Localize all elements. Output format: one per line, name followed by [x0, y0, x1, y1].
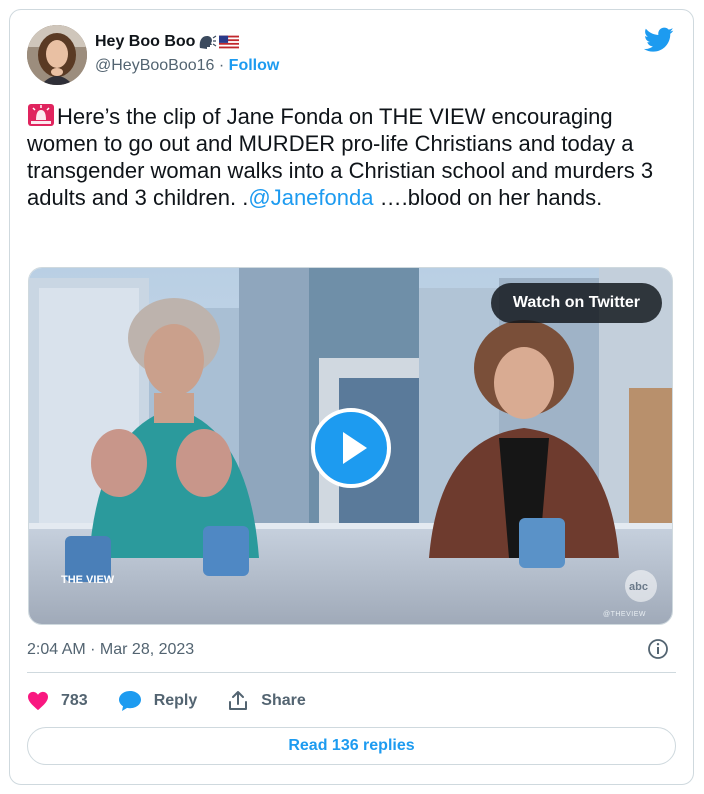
- reply-bubble-icon: [118, 691, 141, 711]
- watch-on-twitter-button[interactable]: Watch on Twitter: [490, 283, 662, 323]
- tweet-header: Hey Boo Boo @HeyBooBoo16 · Follow: [27, 25, 676, 85]
- rotating-light-icon: [28, 104, 54, 126]
- play-button[interactable]: [311, 408, 391, 488]
- like-button[interactable]: 783: [27, 691, 88, 711]
- action-bar: 783 Reply Share: [27, 686, 336, 716]
- network-logo: abc: [629, 581, 648, 593]
- tweet-card[interactable]: Hey Boo Boo @HeyBooBoo16 · Follow Here’s…: [9, 9, 694, 785]
- avatar[interactable]: [27, 25, 87, 85]
- separator-dot: ·: [218, 57, 225, 74]
- follow-button[interactable]: Follow: [229, 57, 280, 74]
- tweet-text-tail: ….blood on her hands.: [373, 185, 603, 210]
- info-icon[interactable]: [647, 638, 669, 660]
- share-icon: [229, 691, 248, 710]
- display-name[interactable]: Hey Boo Boo: [95, 31, 195, 53]
- twitter-bird-icon[interactable]: [644, 27, 674, 53]
- share-label: Share: [261, 692, 306, 709]
- tweet-timestamp[interactable]: 2:04 AM · Mar 28, 2023: [27, 640, 194, 660]
- video-player[interactable]: THE VIEW abc Watch on Twitter @THEVIEW: [28, 267, 673, 625]
- play-icon: [343, 432, 367, 464]
- tweet-text: Here’s the clip of Jane Fonda on THE VIE…: [27, 103, 667, 211]
- reply-button[interactable]: Reply: [118, 690, 198, 712]
- divider: [27, 672, 676, 673]
- mention-link[interactable]: @Janefonda: [248, 185, 373, 210]
- reply-label: Reply: [153, 692, 198, 709]
- like-count: 783: [61, 692, 88, 709]
- us-flag-icon: [219, 35, 240, 49]
- share-button[interactable]: Share: [227, 690, 306, 712]
- read-replies-button[interactable]: Read 136 replies: [27, 727, 676, 765]
- watermark: @THEVIEW: [603, 611, 646, 618]
- handle[interactable]: @HeyBooBoo16: [95, 57, 214, 74]
- heart-icon: [28, 691, 48, 711]
- show-logo: THE VIEW: [61, 574, 115, 586]
- speaking-head-icon: [200, 35, 217, 49]
